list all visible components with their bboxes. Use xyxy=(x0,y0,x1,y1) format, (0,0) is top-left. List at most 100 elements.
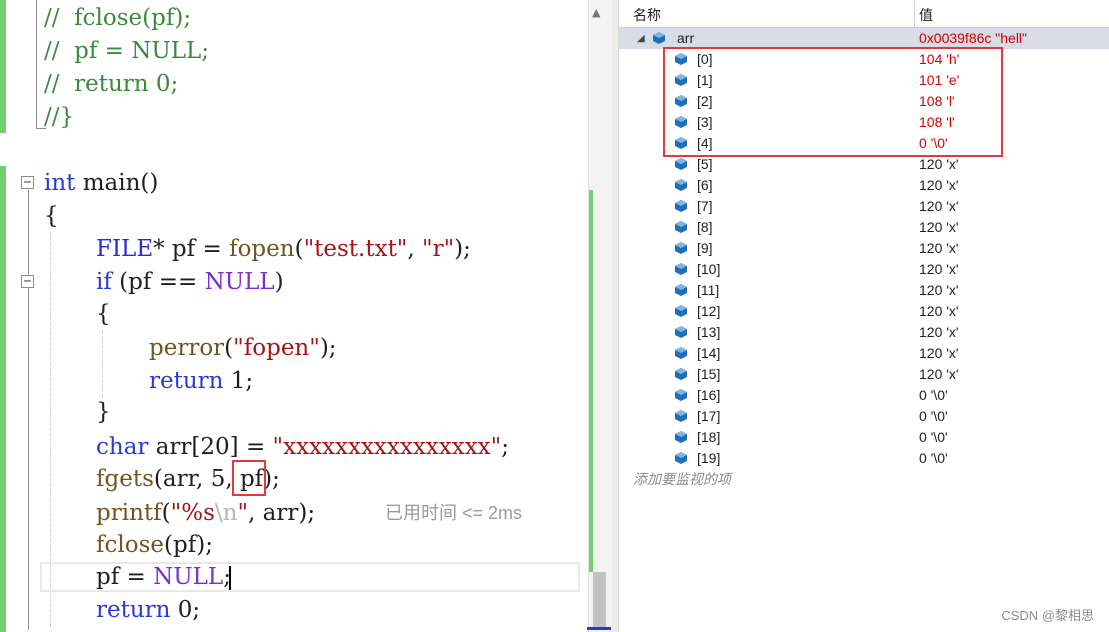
watch-value[interactable]: 120 'x' xyxy=(919,280,959,301)
code-text: ( xyxy=(224,335,234,361)
watch-row[interactable]: [6] 120 'x' xyxy=(619,175,1109,196)
code-line: { xyxy=(96,301,111,327)
watch-value[interactable]: 120 'x' xyxy=(919,301,959,322)
watch-name: [17] xyxy=(697,408,721,424)
watch-row-arr[interactable]: ◢ arr 0x0039f86c "hell" xyxy=(619,28,1109,49)
code-line-printf: printf("%s\n", arr); xyxy=(96,497,315,530)
code-line: // pf = NULL; xyxy=(44,38,210,64)
watermark: CSDN @黎相思 xyxy=(1001,608,1094,623)
watch-value[interactable]: 120 'x' xyxy=(919,217,959,238)
scrollbar-thumb[interactable] xyxy=(593,572,606,628)
watch-name: [7] xyxy=(697,198,713,214)
watch-row[interactable]: [13] 120 'x' xyxy=(619,322,1109,343)
watch-name: [12] xyxy=(697,303,721,319)
code-text: ( xyxy=(161,500,171,526)
watch-row[interactable]: [5] 120 'x' xyxy=(619,154,1109,175)
watch-value[interactable]: 120 'x' xyxy=(919,364,959,385)
add-watch-placeholder[interactable]: 添加要监视的项 xyxy=(633,469,731,489)
scrollbar-change-marker xyxy=(589,190,593,572)
watch-value[interactable]: 120 'x' xyxy=(919,259,959,280)
code-text: ); xyxy=(319,335,337,361)
column-separator[interactable] xyxy=(914,0,915,27)
variable-cube-icon xyxy=(653,32,665,44)
watch-row[interactable]: [9] 120 'x' xyxy=(619,238,1109,259)
watch-value[interactable]: 0 '\0' xyxy=(919,427,948,448)
watch-value[interactable]: 0 '\0' xyxy=(919,385,948,406)
function-name: printf xyxy=(96,500,162,526)
watch-name: [19] xyxy=(697,450,721,466)
watch-value[interactable]: 120 'x' xyxy=(919,154,959,175)
code-line: } xyxy=(96,399,111,425)
variable-cube-icon xyxy=(675,242,687,254)
function-name: perror xyxy=(149,335,225,361)
keyword: return xyxy=(96,597,171,623)
function-name: fgets xyxy=(96,466,154,492)
watch-name: [15] xyxy=(697,366,721,382)
code-text: pf = xyxy=(96,564,154,590)
fold-guide xyxy=(36,0,37,128)
code-line-main: int main() xyxy=(44,167,158,200)
code-line-char: char arr[20] = "xxxxxxxxxxxxxxxx"; xyxy=(96,431,509,464)
keyword: int xyxy=(44,170,76,196)
variable-cube-icon xyxy=(675,305,687,317)
watch-row[interactable]: [11] 120 'x' xyxy=(619,280,1109,301)
code-text: ) xyxy=(274,269,284,295)
watch-value[interactable]: 120 'x' xyxy=(919,238,959,259)
function-name: main() xyxy=(82,170,159,196)
watch-value[interactable]: 120 'x' xyxy=(919,343,959,364)
watch-row[interactable]: [7] 120 'x' xyxy=(619,196,1109,217)
code-text: arr[20] = xyxy=(148,434,273,460)
watch-name: [9] xyxy=(697,240,713,256)
watch-name: [10] xyxy=(697,261,721,277)
macro-name: NULL xyxy=(204,269,275,295)
string-literal: "%s xyxy=(170,500,215,526)
watch-row[interactable]: [12] 120 'x' xyxy=(619,301,1109,322)
watch-name: [11] xyxy=(697,282,720,298)
highlight-box-changed-values xyxy=(663,47,1003,157)
variable-cube-icon xyxy=(675,200,687,212)
watch-value[interactable]: 0 '\0' xyxy=(919,448,948,469)
watch-row[interactable]: [8] 120 'x' xyxy=(619,217,1109,238)
code-line-return0: return 0; xyxy=(96,594,200,627)
watch-row[interactable]: [18] 0 '\0' xyxy=(619,427,1109,448)
perf-tip[interactable]: 已用时间 <= 2ms xyxy=(385,499,522,527)
watch-value[interactable]: 0x0039f86c "hell" xyxy=(919,28,1027,49)
type-name: FILE xyxy=(96,236,154,262)
column-header-value[interactable]: 值 xyxy=(919,5,933,25)
variable-cube-icon xyxy=(675,389,687,401)
code-text: ); xyxy=(454,236,471,262)
keyword: char xyxy=(96,434,149,460)
watch-row[interactable]: [17] 0 '\0' xyxy=(619,406,1109,427)
watch-name: [14] xyxy=(697,345,721,361)
text-caret xyxy=(229,566,231,590)
number-literal: 5 xyxy=(210,466,226,492)
watch-row[interactable]: [19] 0 '\0' xyxy=(619,448,1109,469)
fold-guide xyxy=(28,190,29,630)
watch-name: [6] xyxy=(697,177,713,193)
code-text: ; xyxy=(501,434,509,460)
watch-name: [16] xyxy=(697,387,721,403)
watch-row[interactable]: [15] 120 'x' xyxy=(619,364,1109,385)
variable-cube-icon xyxy=(675,410,687,422)
scroll-up-arrow-icon[interactable]: ▲ xyxy=(592,6,600,19)
watch-row[interactable]: [10] 120 'x' xyxy=(619,259,1109,280)
watch-row[interactable]: [14] 120 'x' xyxy=(619,343,1109,364)
watch-value[interactable]: 120 'x' xyxy=(919,322,959,343)
variable-cube-icon xyxy=(675,221,687,233)
code-line: // fclose(pf); xyxy=(44,5,192,31)
watch-row[interactable]: [16] 0 '\0' xyxy=(619,385,1109,406)
macro-name: NULL xyxy=(153,564,224,590)
code-text: * pf = xyxy=(153,236,230,262)
collapse-triangle-icon[interactable]: ◢ xyxy=(637,28,645,49)
editor-scrollbar[interactable] xyxy=(587,0,612,632)
code-editor[interactable]: // fclose(pf); // pf = NULL; // return 0… xyxy=(0,0,612,632)
variable-cube-icon xyxy=(675,263,687,275)
fold-toggle-main[interactable]: − xyxy=(21,176,34,189)
string-literal: "test.txt" xyxy=(303,236,408,262)
string-literal: "fopen" xyxy=(233,335,320,361)
column-header-name[interactable]: 名称 xyxy=(633,5,661,25)
watch-value[interactable]: 0 '\0' xyxy=(919,406,948,427)
fold-toggle-if[interactable]: − xyxy=(21,275,34,288)
watch-value[interactable]: 120 'x' xyxy=(919,175,959,196)
watch-value[interactable]: 120 'x' xyxy=(919,196,959,217)
